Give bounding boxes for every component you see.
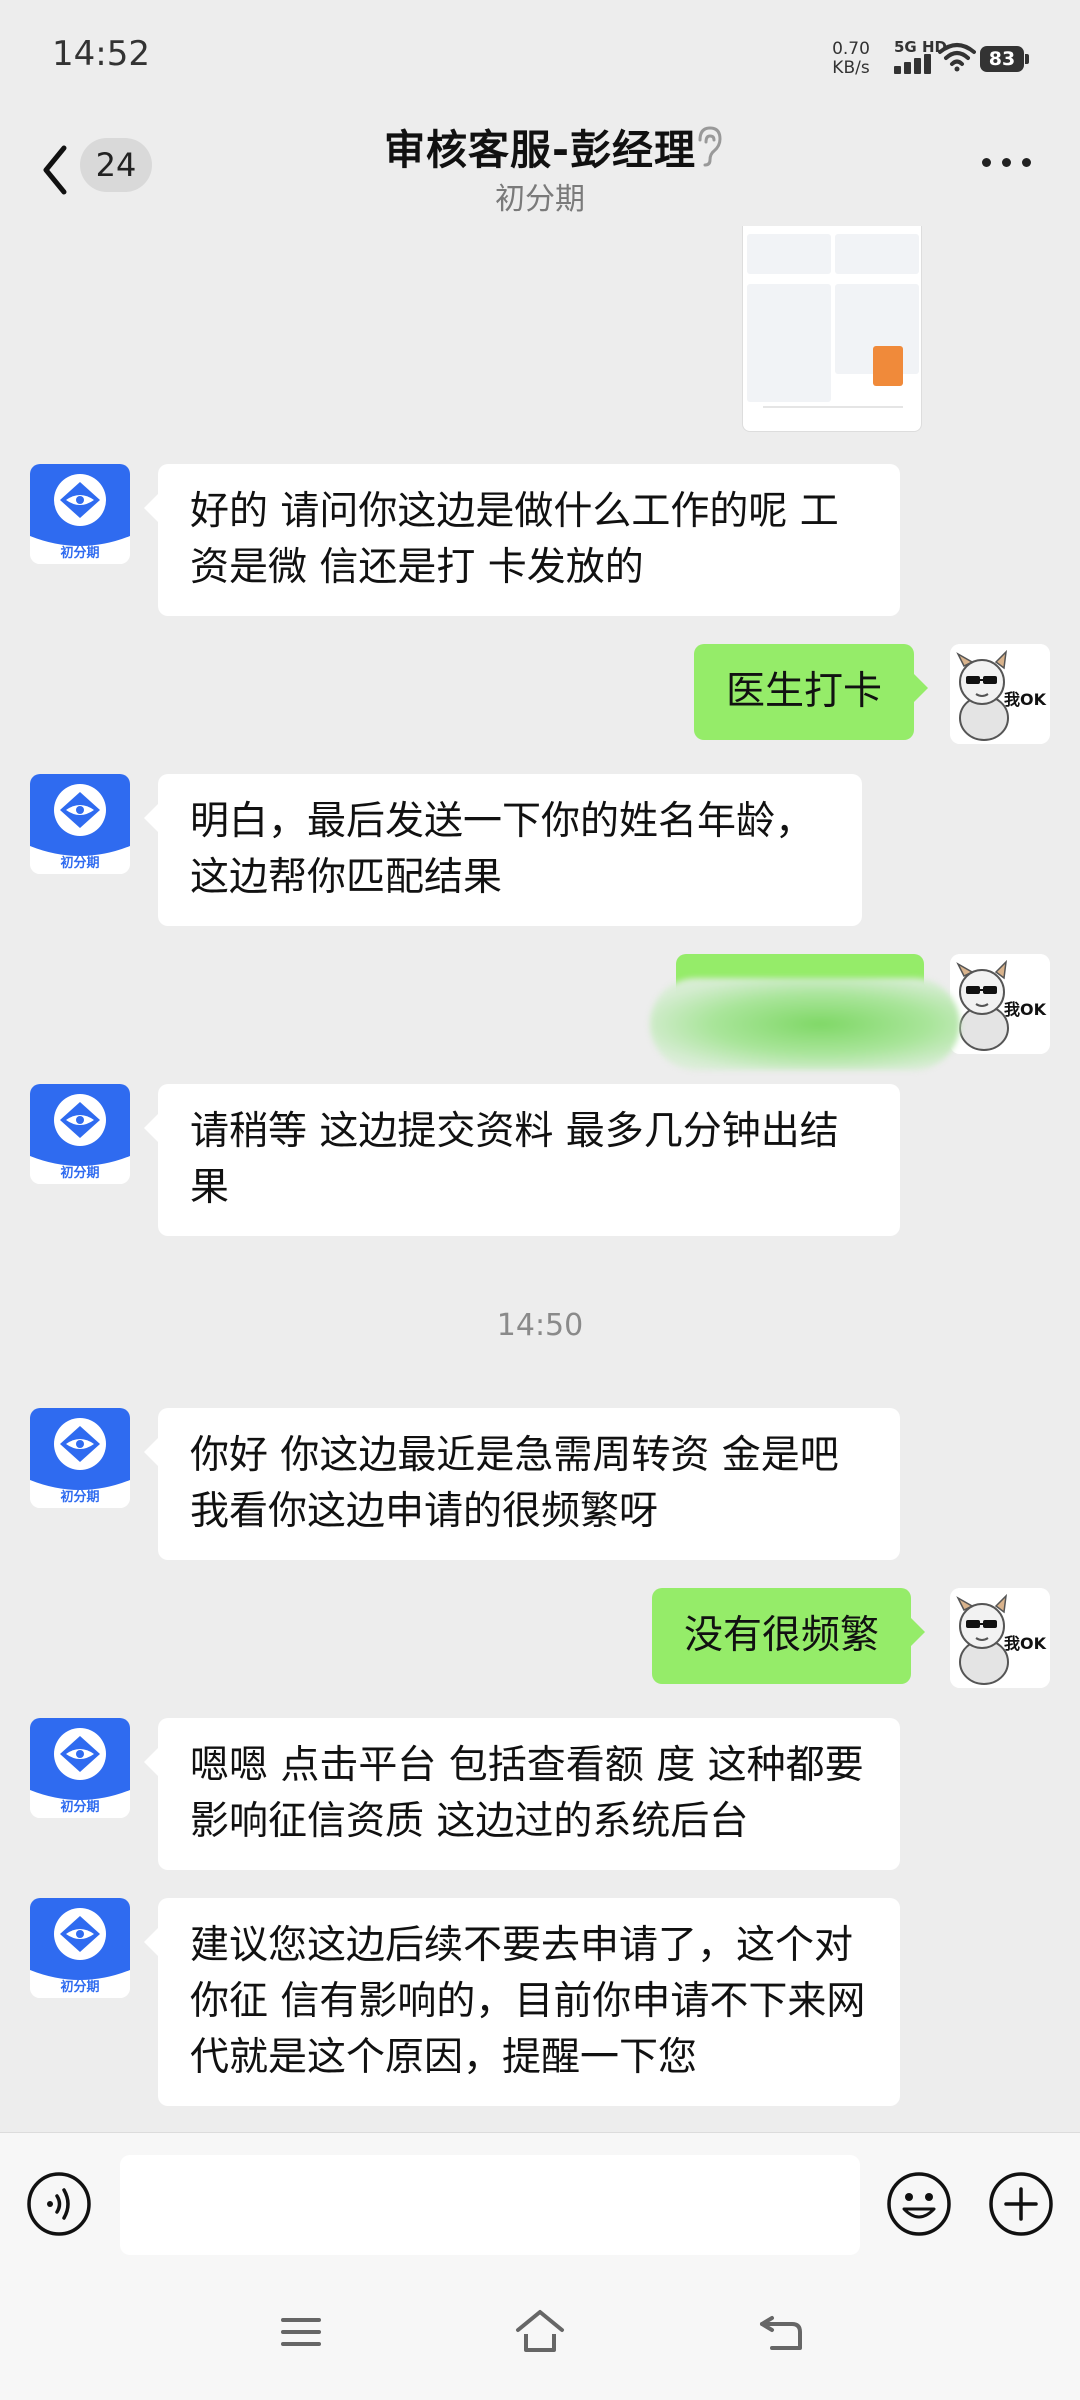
agent-avatar[interactable]: 初分期: [30, 1084, 130, 1184]
add-attachment-icon[interactable]: [988, 2171, 1054, 2237]
chat-subtitle: 初分期: [495, 182, 585, 217]
message-bubble-received[interactable]: 你好 你这边最近是急需周转资 金是吧 我看你这边申请的很频繁呀: [144, 1408, 900, 1560]
status-time: 14:52: [52, 34, 150, 74]
message-input-bar: [0, 2132, 1080, 2272]
message-bubble-received[interactable]: 明白，最后发送一下你的姓名年龄，这边帮你匹配结果: [144, 774, 862, 926]
recent-apps-icon[interactable]: [280, 2314, 322, 2350]
agent-avatar[interactable]: 初分期: [30, 1408, 130, 1508]
back-nav-icon[interactable]: [758, 2310, 804, 2352]
system-navigation-bar: [0, 2272, 1080, 2400]
user-avatar[interactable]: 我OK: [950, 1588, 1050, 1688]
network-speed-value: 0.70: [832, 39, 870, 59]
avatar-label: 初分期: [60, 546, 100, 561]
chat-title: 审核客服-彭经理: [383, 126, 697, 174]
ear-icon: [698, 126, 722, 167]
avatar-label: 我OK: [1004, 1000, 1047, 1019]
voice-input-icon[interactable]: [26, 2171, 92, 2237]
avatar-label: 初分期: [60, 856, 100, 871]
home-icon[interactable]: [514, 2308, 566, 2354]
agent-avatar[interactable]: 初分期: [30, 464, 130, 564]
status-bar: 14:52 0.70 KB/s 5G HD 83: [0, 0, 1080, 110]
message-bubble-received[interactable]: 嗯嗯 点击平台 包括查看额 度 这种都要影响征信资质 这边过的系统后台: [144, 1718, 900, 1870]
wifi-icon: [938, 43, 976, 72]
avatar-label: 我OK: [1004, 690, 1047, 709]
avatar-label: 初分期: [60, 1490, 100, 1505]
more-options-icon[interactable]: [980, 154, 1036, 172]
shared-image-thumbnail[interactable]: [742, 226, 922, 432]
network-speed: 0.70 KB/s: [826, 40, 876, 78]
message-bubble-received[interactable]: 建议您这边后续不要去申请了，这个对你征 信有影响的，目前你申请不下来网代就是这个…: [144, 1898, 900, 2106]
battery-icon: 83: [980, 46, 1029, 72]
message-list[interactable]: 初分期 好的 请问你这边是做什么工作的呢 工资是微 信还是打 卡发放的 我OK …: [0, 226, 1080, 2132]
agent-avatar[interactable]: 初分期: [30, 1898, 130, 1998]
avatar-label: 初分期: [60, 1980, 100, 1995]
avatar-label: 我OK: [1004, 1634, 1047, 1653]
agent-avatar[interactable]: 初分期: [30, 774, 130, 874]
message-bubble-sent[interactable]: 没有很频繁: [652, 1588, 926, 1684]
message-bubble-sent[interactable]: 医生打卡: [694, 644, 929, 740]
network-speed-unit: KB/s: [832, 58, 870, 78]
emoji-icon[interactable]: [886, 2171, 952, 2237]
user-avatar[interactable]: 我OK: [950, 954, 1050, 1054]
avatar-label: 初分期: [60, 1166, 100, 1181]
message-bubble-received[interactable]: 好的 请问你这边是做什么工作的呢 工资是微 信还是打 卡发放的: [144, 464, 900, 616]
avatar-label: 初分期: [60, 1800, 100, 1815]
user-avatar[interactable]: 我OK: [950, 644, 1050, 744]
message-bubble-received[interactable]: 请稍等 这边提交资料 最多几分钟出结果: [144, 1084, 900, 1236]
message-timestamp: 14:50: [496, 1308, 584, 1343]
agent-avatar[interactable]: 初分期: [30, 1718, 130, 1818]
message-text-input[interactable]: [120, 2155, 860, 2255]
chat-header: 24 审核客服-彭经理 初分期: [0, 110, 1080, 226]
redaction-blur: [650, 978, 960, 1070]
